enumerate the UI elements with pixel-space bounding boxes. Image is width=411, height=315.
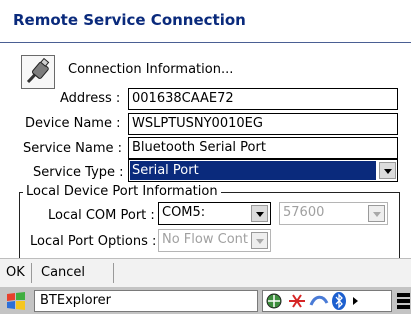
title-bar: Remote Service Connection — [0, 0, 411, 43]
ok-button[interactable]: OK — [6, 265, 25, 280]
system-tray — [262, 290, 392, 312]
windows-start-icon[interactable] — [5, 291, 27, 311]
menu-divider — [31, 263, 32, 283]
menu-divider — [113, 263, 114, 283]
antenna-icon[interactable] — [289, 294, 305, 308]
active-app-label[interactable]: BTExplorer — [34, 290, 258, 312]
service-name-field[interactable]: Bluetooth Serial Port — [128, 137, 398, 159]
connection-info-heading: Connection Information... — [68, 62, 234, 77]
tray-arrow-icon[interactable] — [353, 297, 358, 305]
link-icon[interactable] — [309, 295, 329, 306]
address-label: Address : — [60, 91, 121, 106]
chevron-down-icon[interactable] — [379, 162, 396, 179]
service-name-label: Service Name : — [23, 141, 123, 156]
address-field[interactable]: 001638CAAE72 — [128, 88, 398, 110]
taskbar: BTExplorer — [0, 287, 411, 314]
bluetooth-icon[interactable] — [332, 292, 346, 310]
service-type-label: Service Type : — [33, 165, 124, 180]
chevron-down-icon[interactable] — [251, 205, 268, 222]
cancel-button[interactable]: Cancel — [41, 265, 85, 280]
service-type-selected: Serial Port — [130, 161, 376, 180]
chevron-down-icon — [368, 205, 385, 222]
local-port-group-label: Local Device Port Information — [23, 184, 221, 199]
local-com-port-value: COM5: — [162, 205, 206, 220]
local-port-options-dropdown: No Flow Cont — [158, 229, 271, 252]
device-name-field[interactable]: WSLPTUSNY0010EG — [128, 113, 398, 135]
service-type-dropdown[interactable]: Serial Port — [128, 159, 398, 182]
device-name-label: Device Name : — [25, 116, 121, 131]
baud-rate-value: 57600 — [283, 205, 325, 220]
title-divider — [0, 42, 411, 43]
baud-rate-dropdown: 57600 — [279, 202, 388, 225]
connection-icon — [21, 55, 55, 89]
local-com-port-label: Local COM Port : — [48, 208, 155, 223]
local-port-options-label: Local Port Options : — [30, 234, 157, 249]
network-icon[interactable] — [266, 293, 282, 309]
menu-bar: OK Cancel — [0, 258, 411, 287]
local-com-port-dropdown[interactable]: COM5: — [158, 202, 271, 225]
keyboard-icon[interactable] — [396, 291, 411, 311]
window-title: Remote Service Connection — [13, 11, 246, 29]
chevron-down-icon — [251, 232, 268, 249]
local-port-options-value: No Flow Cont — [162, 232, 248, 247]
